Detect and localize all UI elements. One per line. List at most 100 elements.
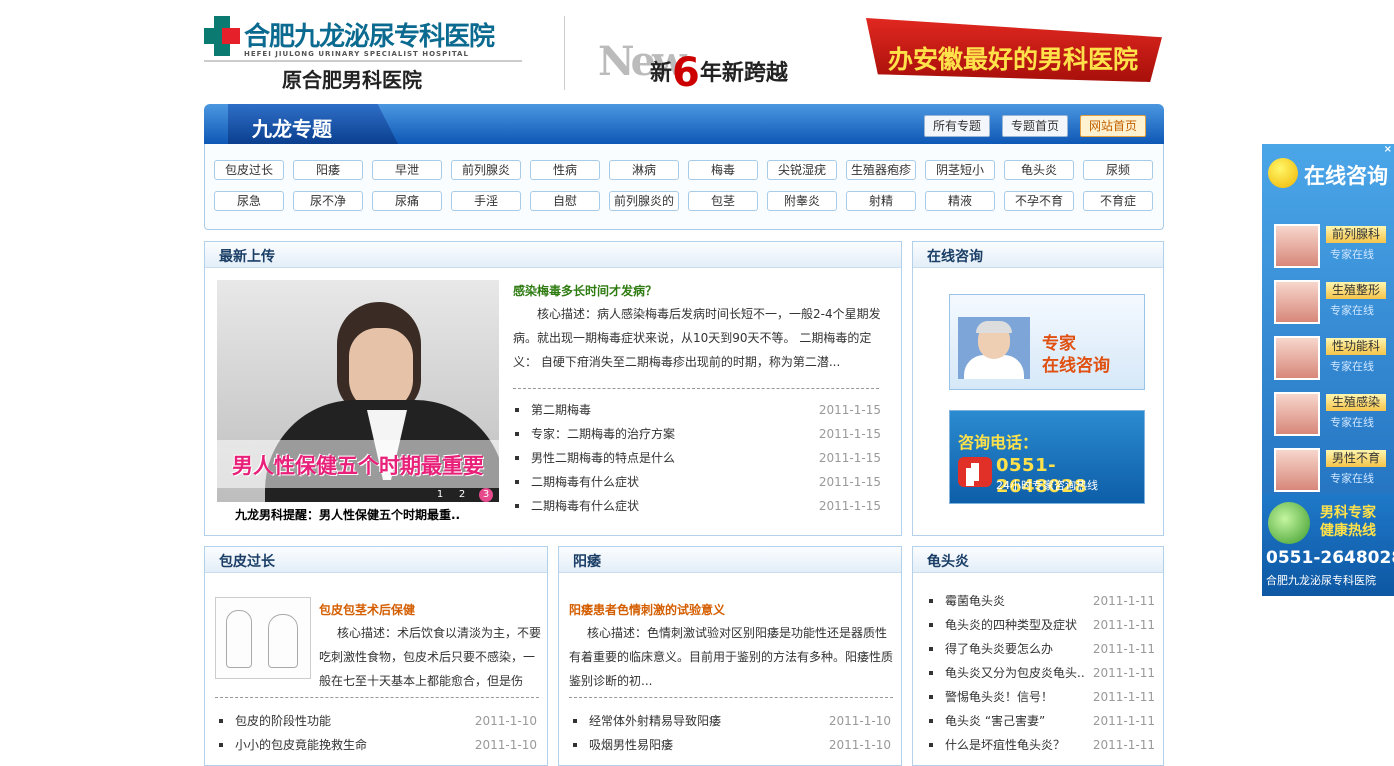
box-header: 最新上传 [205, 242, 901, 268]
list-item-link[interactable]: 龟头炎又分为包皮炎龟头.. [945, 661, 1085, 685]
hospital-logo[interactable]: 合肥九龙泌尿专科医院 HEFEI JIULONG URINARY SPECIAL… [204, 14, 524, 94]
list-item: 龟头炎 “害己害妻” 2011-1-11 [929, 709, 1155, 733]
expert-consult-card[interactable]: 专家 在线咨询 [949, 294, 1145, 390]
department-name[interactable]: 生殖感染 [1326, 394, 1386, 411]
topic-tag[interactable]: 尖锐湿疣 [767, 160, 837, 180]
topic-tag[interactable]: 手淫 [451, 191, 521, 211]
list-item-link[interactable]: 男性二期梅毒的特点是什么 [531, 446, 675, 470]
topic-tag[interactable]: 尿急 [214, 191, 284, 211]
list-item-link[interactable]: 二期梅毒有什么症状 [531, 494, 639, 518]
logo-english-name: HEFEI JIULONG URINARY SPECIALIST HOSPITA… [244, 50, 469, 58]
list-item: 二期梅毒有什么症状 2011-1-15 [515, 470, 881, 494]
list-item: 男性二期梅毒的特点是什么 2011-1-15 [515, 446, 881, 470]
topic-tag[interactable]: 龟头炎 [1004, 160, 1074, 180]
list-item-date: 2011-1-11 [1092, 618, 1155, 632]
list-item-link[interactable]: 警惕龟头炎！信号！ [945, 685, 1053, 709]
department-name[interactable]: 男性不育 [1326, 450, 1386, 467]
topic-tag[interactable]: 生殖器疱疹 [846, 160, 916, 180]
smiley-icon [1268, 158, 1298, 188]
list-item-link[interactable]: 得了龟头炎要怎么办 [945, 637, 1053, 661]
list-item-date: 2011-1-10 [474, 714, 537, 728]
article-title-link[interactable]: 感染梅毒多长时间才发病？ [513, 282, 657, 299]
bullet-icon [929, 695, 933, 699]
slide-page-1[interactable]: 1 [433, 488, 447, 502]
list-item-date: 2011-1-15 [818, 475, 881, 489]
article-title-link[interactable]: 阳痿患者色情刺激的试验意义 [569, 601, 725, 618]
topic-tag[interactable]: 梅毒 [688, 160, 758, 180]
topic-tag[interactable]: 阴茎短小 [925, 160, 995, 180]
bullet-icon [515, 432, 519, 436]
topic-tag[interactable]: 包皮过长 [214, 160, 284, 180]
topic-tag[interactable]: 尿不净 [293, 191, 363, 211]
balanitis-box: 龟头炎 霉菌龟头炎 2011-1-11 龟头炎的四种类型及症状 2011-1-11 得了… [912, 546, 1164, 766]
topic-tag[interactable]: 前列腺炎 [451, 160, 521, 180]
topic-tag[interactable]: 不孕不育 [1004, 191, 1074, 211]
slide-page-2[interactable]: 2 [455, 488, 469, 502]
list-item-link[interactable]: 吸烟男性易阳痿 [589, 733, 673, 757]
list-item-link[interactable]: 专家：二期梅毒的治疗方案 [531, 422, 675, 446]
topic-tag[interactable]: 精液 [925, 191, 995, 211]
list-item-date: 2011-1-11 [1092, 594, 1155, 608]
list-item: 得了龟头炎要怎么办 2011-1-11 [929, 637, 1155, 661]
hotline-footer[interactable]: 男科专家 健康热线 0551-2648028 合肥九龙泌尿专科医院 [1262, 494, 1394, 596]
topic-tag[interactable]: 淋病 [609, 160, 679, 180]
topic-tag[interactable]: 自慰 [530, 191, 600, 211]
department-item[interactable]: 生殖感染 专家在线 [1274, 392, 1392, 438]
box-title: 阳痿 [573, 554, 601, 570]
article-list: 经常体外射精易导致阳痿 2011-1-10 吸烟男性易阳痿 2011-1-10 [573, 709, 891, 759]
bullet-icon [515, 504, 519, 508]
list-item-link[interactable]: 龟头炎的四种类型及症状 [945, 613, 1077, 637]
department-item[interactable]: 性功能科 专家在线 [1274, 336, 1392, 382]
list-item: 霉菌龟头炎 2011-1-11 [929, 589, 1155, 613]
page-wrapper: 合肥九龙泌尿专科医院 HEFEI JIULONG URINARY SPECIAL… [204, 0, 1164, 766]
list-item-link[interactable]: 第二期梅毒 [531, 398, 591, 422]
article-list: 霉菌龟头炎 2011-1-11 龟头炎的四种类型及症状 2011-1-11 得了龟头炎要… [929, 589, 1155, 759]
topic-tag[interactable]: 射精 [846, 191, 916, 211]
list-item-link[interactable]: 什么是坏疽性龟头炎？ [945, 733, 1065, 757]
list-item-link[interactable]: 小小的包皮竟能挽救生命 [235, 733, 367, 757]
list-item-link[interactable]: 二期梅毒有什么症状 [531, 470, 639, 494]
topic-tag[interactable]: 不育症 [1083, 191, 1153, 211]
slide-page-3[interactable]: 3 [479, 488, 493, 502]
article-title-link[interactable]: 包皮包茎术后保健 [319, 601, 415, 618]
topic-tag[interactable]: 附睾炎 [767, 191, 837, 211]
hotline-icon [1268, 502, 1310, 544]
topic-tag[interactable]: 尿痛 [372, 191, 442, 211]
department-name[interactable]: 前列腺科 [1326, 226, 1386, 243]
department-item[interactable]: 前列腺科专家在线 [1274, 224, 1392, 270]
list-item-link[interactable]: 经常体外射精易导致阳痿 [589, 709, 721, 733]
close-icon[interactable]: × [1384, 144, 1392, 155]
topic-home-button[interactable]: 专题首页 [1002, 115, 1069, 137]
all-topics-button[interactable]: 所有专题 [924, 115, 991, 137]
list-item-date: 2011-1-10 [828, 714, 891, 728]
list-item-date: 2011-1-15 [818, 427, 881, 441]
bullet-icon [515, 456, 519, 460]
article-thumbnail[interactable] [215, 597, 311, 679]
topic-tag[interactable]: 前列腺炎的 [609, 191, 679, 211]
bullet-icon [515, 408, 519, 412]
list-item-link[interactable]: 龟头炎 “害己害妻” [945, 709, 1045, 733]
list-item-link[interactable]: 霉菌龟头炎 [945, 589, 1005, 613]
list-item-link[interactable]: 包皮的阶段性功能 [235, 709, 331, 733]
feature-image[interactable]: 男人性保健五个时期最重要 1 2 3 [217, 280, 499, 502]
topic-tag[interactable]: 包茎 [688, 191, 758, 211]
department-name[interactable]: 性功能科 [1326, 338, 1386, 355]
list-item-date: 2011-1-11 [1092, 738, 1155, 752]
box-title: 最新上传 [219, 249, 275, 265]
dashed-divider [569, 697, 893, 698]
topic-tag[interactable]: 早泄 [372, 160, 442, 180]
list-item-date: 2011-1-10 [474, 738, 537, 752]
expert-consult-text: 专家 在线咨询 [1042, 334, 1110, 376]
phone-consult-card[interactable]: 咨询电话： 0551-2648028 24小时专家咨询热线 [949, 410, 1145, 504]
topic-tag[interactable]: 阳痿 [293, 160, 363, 180]
department-name[interactable]: 生殖整形 [1326, 282, 1386, 299]
feature-caption-link[interactable]: 九龙男科提醒：男人性保健五个时期最重.. [235, 506, 460, 523]
department-item[interactable]: 男性不育 专家在线 [1274, 448, 1392, 494]
expert-online-status: 专家在线 [1330, 248, 1374, 261]
site-home-button[interactable]: 网站首页 [1080, 115, 1147, 137]
topic-tag[interactable]: 尿频 [1083, 160, 1153, 180]
box-header: 龟头炎 [913, 547, 1163, 573]
bullet-icon [929, 647, 933, 651]
topic-tag[interactable]: 性病 [530, 160, 600, 180]
department-item[interactable]: 生殖整形 专家在线 [1274, 280, 1392, 326]
